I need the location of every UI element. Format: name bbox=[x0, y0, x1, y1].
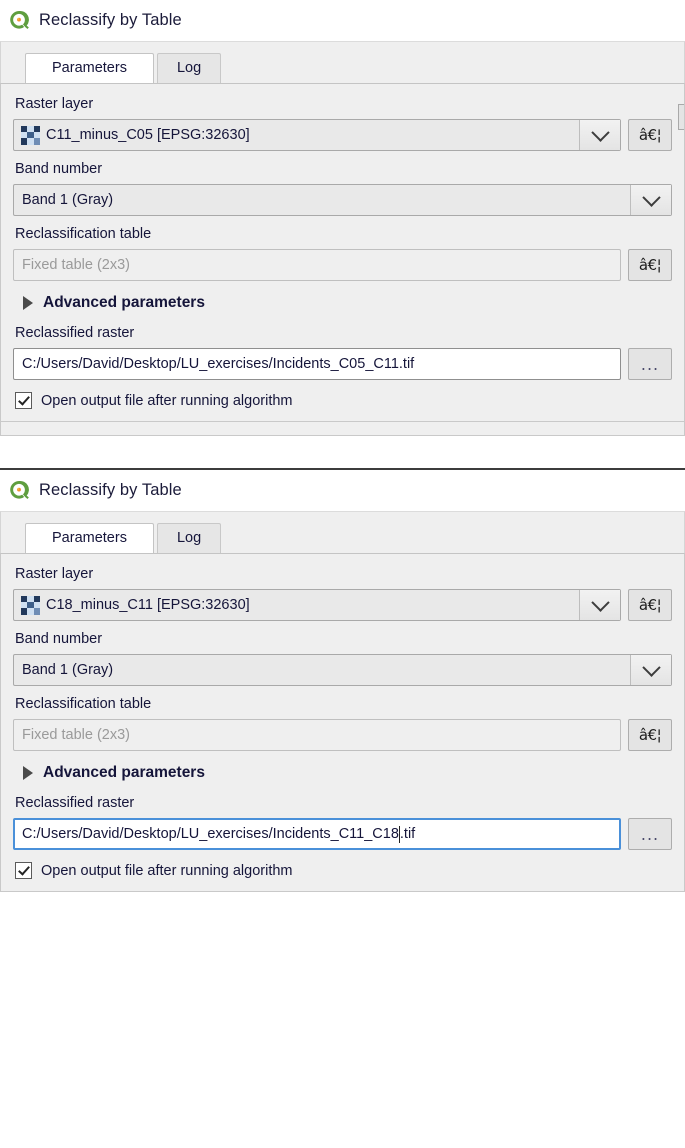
reclassified-raster-label: Reclassified raster bbox=[15, 795, 135, 811]
advanced-parameters-toggle[interactable]: Advanced parameters bbox=[23, 294, 672, 312]
band-number-value: Band 1 (Gray) bbox=[22, 192, 114, 208]
reclassification-table-row: Fixed table (2x3) â€¦ bbox=[13, 249, 672, 281]
reclassified-raster-label: Reclassified raster bbox=[15, 325, 135, 341]
tab-parameters[interactable]: Parameters bbox=[25, 53, 154, 83]
browse-output-button[interactable]: ... bbox=[628, 348, 672, 380]
open-output-label: Open output file after running algorithm bbox=[41, 392, 293, 409]
output-path-value-tail: .tif bbox=[399, 826, 416, 842]
reclassification-table-label: Reclassification table bbox=[15, 696, 152, 712]
tab-bar: Parameters Log bbox=[25, 52, 672, 83]
raster-layer-label: Raster layer bbox=[15, 96, 94, 112]
triangle-right-icon bbox=[23, 766, 33, 780]
advanced-parameters-toggle[interactable]: Advanced parameters bbox=[23, 764, 672, 782]
dialog-panel: Parameters Log bbox=[0, 41, 685, 130]
parameters-form: Raster layer C18_minus_C11 [EPSG:32630] … bbox=[0, 553, 685, 892]
open-output-checkbox[interactable] bbox=[15, 392, 32, 409]
qgis-logo-icon bbox=[8, 479, 30, 501]
dialog-title: Reclassify by Table bbox=[39, 10, 182, 29]
output-path-value: C:/Users/David/Desktop/LU_exercises/Inci… bbox=[22, 356, 415, 372]
raster-layer-more-button[interactable]: â€¦ bbox=[628, 589, 672, 621]
raster-layer-value: C11_minus_C05 [EPSG:32630] bbox=[46, 127, 250, 143]
tab-parameters[interactable]: Parameters bbox=[25, 523, 154, 553]
band-number-row: Band 1 (Gray) bbox=[13, 184, 672, 216]
raster-checker-icon bbox=[21, 125, 40, 145]
reclassification-table-label: Reclassification table bbox=[15, 226, 152, 242]
band-number-label: Band number bbox=[15, 161, 103, 177]
dialog-separator-gap bbox=[0, 436, 685, 468]
dialog-titlebar: Reclassify by Table bbox=[0, 0, 685, 41]
raster-layer-value: C18_minus_C11 [EPSG:32630] bbox=[46, 597, 250, 613]
open-output-checkbox[interactable] bbox=[15, 862, 32, 879]
dialog-titlebar: Reclassify by Table bbox=[0, 470, 685, 511]
qgis-logo-icon bbox=[8, 9, 30, 31]
open-output-checkbox-row[interactable]: Open output file after running algorithm bbox=[15, 392, 672, 409]
reclassify-dialog-2: Reclassify by Table Parameters Log Raste… bbox=[0, 468, 685, 892]
chevron-down-icon[interactable] bbox=[630, 655, 671, 685]
chevron-down-icon[interactable] bbox=[630, 185, 671, 215]
reclassification-table-value[interactable]: Fixed table (2x3) bbox=[13, 249, 621, 281]
raster-layer-row: C11_minus_C05 [EPSG:32630] â€¦ bbox=[13, 119, 672, 151]
dialog-title: Reclassify by Table bbox=[39, 480, 182, 499]
dialog-panel: Parameters Log bbox=[0, 511, 685, 553]
open-output-checkbox-row[interactable]: Open output file after running algorithm bbox=[15, 862, 672, 879]
band-number-label: Band number bbox=[15, 631, 103, 647]
advanced-parameters-label: Advanced parameters bbox=[43, 764, 205, 781]
raster-layer-combo[interactable]: C11_minus_C05 [EPSG:32630] bbox=[13, 119, 621, 151]
open-output-label: Open output file after running algorithm bbox=[41, 862, 293, 879]
tab-log[interactable]: Log bbox=[156, 523, 222, 553]
reclassification-table-value[interactable]: Fixed table (2x3) bbox=[13, 719, 621, 751]
output-path-input[interactable]: C:/Users/David/Desktop/LU_exercises/Inci… bbox=[13, 818, 621, 850]
reclassified-raster-row: C:/Users/David/Desktop/LU_exercises/Inci… bbox=[13, 348, 672, 380]
raster-layer-more-button[interactable]: â€¦ bbox=[628, 119, 672, 151]
parameters-form: Raster layer C11_minus_C05 [EPSG:32630] … bbox=[0, 83, 685, 422]
band-number-combo[interactable]: Band 1 (Gray) bbox=[13, 654, 672, 686]
reclassified-raster-row: C:/Users/David/Desktop/LU_exercises/Inci… bbox=[13, 818, 672, 850]
band-number-value: Band 1 (Gray) bbox=[22, 662, 114, 678]
advanced-parameters-label: Advanced parameters bbox=[43, 294, 205, 311]
tab-log[interactable]: Log bbox=[156, 53, 222, 83]
panel-footer bbox=[0, 422, 685, 436]
reclassify-dialog-1: Reclassify by Table Parameters Log Raste… bbox=[0, 0, 685, 436]
raster-layer-label: Raster layer bbox=[15, 566, 94, 582]
output-path-input[interactable]: C:/Users/David/Desktop/LU_exercises/Inci… bbox=[13, 348, 621, 380]
reclassification-table-row: Fixed table (2x3) â€¦ bbox=[13, 719, 672, 751]
output-path-value-head: C:/Users/David/Desktop/LU_exercises/Inci… bbox=[22, 826, 399, 842]
band-number-combo[interactable]: Band 1 (Gray) bbox=[13, 184, 672, 216]
band-number-row: Band 1 (Gray) bbox=[13, 654, 672, 686]
reclassification-table-more-button[interactable]: â€¦ bbox=[628, 719, 672, 751]
raster-layer-row: C18_minus_C11 [EPSG:32630] â€¦ bbox=[13, 589, 672, 621]
tab-bar: Parameters Log bbox=[25, 522, 672, 553]
raster-layer-combo[interactable]: C18_minus_C11 [EPSG:32630] bbox=[13, 589, 621, 621]
triangle-right-icon bbox=[23, 296, 33, 310]
browse-output-button[interactable]: ... bbox=[628, 818, 672, 850]
raster-checker-icon bbox=[21, 595, 40, 615]
reclassification-table-more-button[interactable]: â€¦ bbox=[628, 249, 672, 281]
chevron-down-icon[interactable] bbox=[579, 590, 620, 620]
clipped-edge-control bbox=[678, 104, 684, 130]
chevron-down-icon[interactable] bbox=[579, 120, 620, 150]
